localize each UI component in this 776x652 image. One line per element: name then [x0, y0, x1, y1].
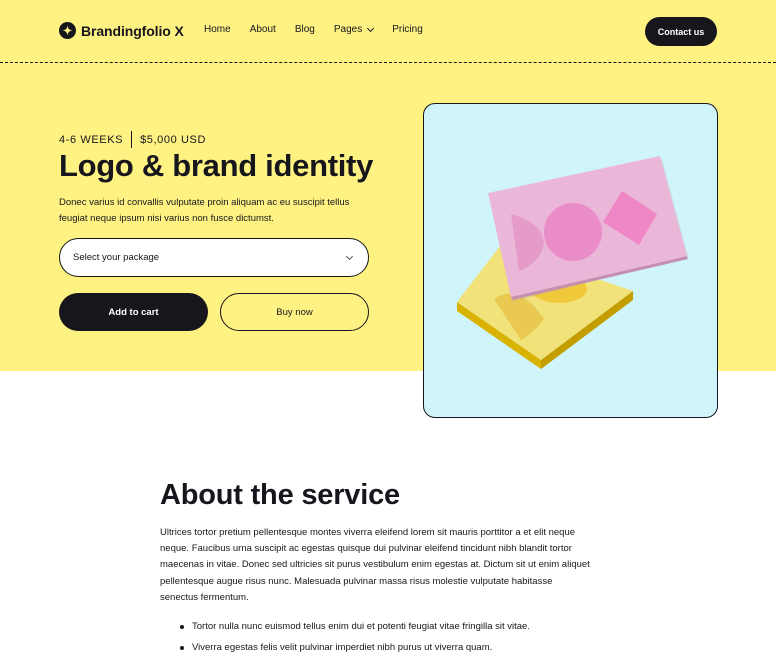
about-body: Ultrices tortor pretium pellentesque mon… [160, 527, 590, 603]
chevron-down-icon [367, 24, 375, 32]
nav-about-label: About [249, 24, 276, 35]
navbar: Brandingfolio X Home About Blog Pages Pr… [0, 0, 776, 64]
sparkle-icon [59, 22, 76, 39]
nav-home-link[interactable]: Home [204, 24, 231, 35]
nav-pages-label: Pages [333, 24, 363, 35]
meta-divider [131, 131, 133, 148]
list-item: Viverra egestas felis velit pulvinar imp… [178, 640, 530, 652]
brand-name: Brandingfolio X [81, 22, 184, 39]
package-select[interactable]: Select your package [59, 238, 369, 277]
product-meta: 4-6 WEEKS $5,000 USD [59, 131, 206, 148]
nav-blog-label: Blog [294, 24, 315, 35]
duration-label: 4-6 WEEKS [59, 133, 124, 146]
nav-pricing-label: Pricing [392, 24, 423, 35]
brand-logo[interactable]: Brandingfolio X [59, 22, 184, 39]
nav-home-label: Home [204, 24, 231, 35]
nav-blog-link[interactable]: Blog [295, 24, 315, 35]
package-select-value: Select your package [73, 252, 160, 263]
product-image [423, 103, 718, 418]
product-title: Logo & brand identity [59, 148, 374, 183]
chevron-down-icon [345, 252, 354, 261]
product-description: Donec varius id convallis vulputate proi… [59, 197, 350, 224]
contact-us-button[interactable]: Contact us [645, 17, 717, 46]
add-to-cart-button[interactable]: Add to cart [59, 293, 208, 331]
about-bullets: Tortor nulla nunc euismod tellus enim du… [178, 619, 530, 652]
about-title: About the service [160, 479, 400, 511]
business-cards-illustration [457, 156, 688, 369]
nav-pages-dropdown[interactable]: Pages [333, 24, 375, 35]
price-label: $5,000 USD [140, 133, 207, 146]
list-item: Tortor nulla nunc euismod tellus enim du… [178, 619, 530, 640]
main-menu: Home About Blog Pages Pricing [204, 24, 442, 35]
nav-about-link[interactable]: About [250, 24, 276, 35]
nav-divider [0, 62, 776, 63]
nav-pricing-link[interactable]: Pricing [392, 24, 423, 35]
buy-now-button[interactable]: Buy now [220, 293, 369, 331]
